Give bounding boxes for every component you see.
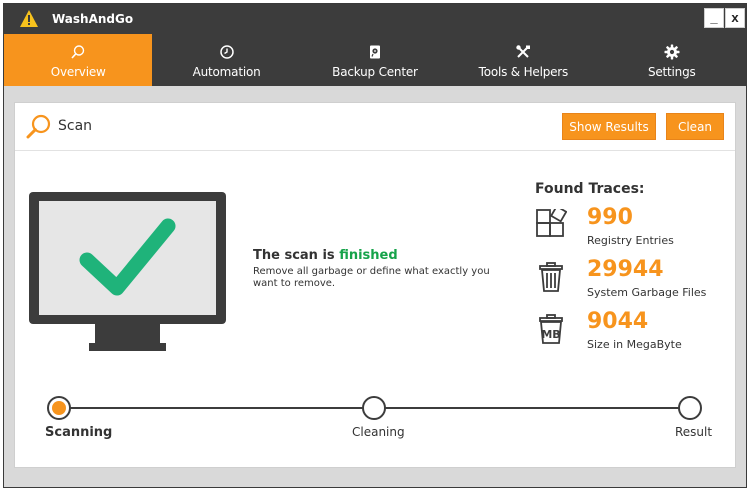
trash-icon bbox=[539, 262, 563, 292]
search-icon bbox=[26, 114, 51, 139]
registry-icon bbox=[536, 209, 567, 237]
search-icon bbox=[71, 45, 85, 59]
garbage-files-count: 29944 bbox=[587, 257, 664, 282]
tab-settings-label: Settings bbox=[647, 65, 696, 79]
step-result-label: Result bbox=[675, 425, 713, 439]
tab-tools-helpers[interactable]: Tools & Helpers bbox=[449, 34, 597, 86]
mb-trash-icon: MB bbox=[539, 314, 563, 344]
step-cleaning-label: Cleaning bbox=[352, 425, 405, 439]
trace-item: MB 9044 Size in MegaByte bbox=[535, 309, 730, 355]
clock-icon bbox=[219, 45, 234, 59]
tab-overview[interactable]: Overview bbox=[4, 34, 153, 86]
app-window: WashAndGo _ x Overview Automation Backup… bbox=[3, 3, 747, 488]
step-result-node bbox=[678, 396, 702, 420]
close-button[interactable]: x bbox=[725, 8, 745, 28]
step-scanning-label: Scanning bbox=[45, 425, 113, 440]
tab-automation-label: Automation bbox=[192, 65, 261, 79]
tab-settings[interactable]: Settings bbox=[598, 34, 746, 86]
found-traces: Found Traces: 990 Registry Entries 29944… bbox=[535, 181, 730, 351]
headline-highlight: finished bbox=[339, 248, 398, 263]
registry-entries-count: 990 bbox=[587, 205, 633, 230]
gear-icon bbox=[664, 44, 680, 60]
scan-progress-stepper: Scanning Cleaning Result bbox=[45, 395, 713, 455]
scan-status-headline: The scan is finished bbox=[253, 248, 513, 263]
tab-automation[interactable]: Automation bbox=[152, 34, 300, 86]
scan-status-message: The scan is finished Remove all garbage … bbox=[253, 248, 513, 290]
size-megabyte-count: 9044 bbox=[587, 309, 649, 334]
monitor-checkmark-illustration bbox=[29, 192, 226, 351]
show-results-button[interactable]: Show Results bbox=[562, 113, 656, 140]
trace-item: 990 Registry Entries bbox=[535, 205, 730, 251]
step-scanning-node bbox=[47, 396, 71, 420]
tab-tools-helpers-label: Tools & Helpers bbox=[478, 65, 569, 79]
main-nav: Overview Automation Backup Center Tools … bbox=[4, 34, 746, 86]
garbage-files-label: System Garbage Files bbox=[587, 286, 707, 299]
svg-text:MB: MB bbox=[541, 328, 560, 341]
registry-entries-label: Registry Entries bbox=[587, 234, 674, 247]
scan-header: Scan Show Results Clean bbox=[15, 103, 735, 151]
scan-title: Scan bbox=[58, 118, 93, 134]
minimize-button[interactable]: _ bbox=[704, 8, 724, 28]
clean-button[interactable]: Clean bbox=[666, 113, 724, 140]
tab-overview-label: Overview bbox=[50, 65, 106, 79]
tab-backup-center[interactable]: Backup Center bbox=[301, 34, 449, 86]
backup-icon bbox=[369, 45, 380, 59]
tools-icon bbox=[516, 45, 531, 58]
app-logo-icon bbox=[20, 10, 38, 27]
tab-backup-center-label: Backup Center bbox=[332, 65, 418, 79]
scan-panel: Scan Show Results Clean The scan is fini… bbox=[14, 102, 736, 468]
headline-prefix: The scan is bbox=[253, 248, 340, 263]
size-megabyte-label: Size in MegaByte bbox=[587, 338, 682, 351]
trace-item: 29944 System Garbage Files bbox=[535, 257, 730, 303]
content-area: Scan Show Results Clean The scan is fini… bbox=[4, 86, 746, 487]
app-title: WashAndGo bbox=[52, 12, 134, 26]
scan-status-subtext: Remove all garbage or define what exactl… bbox=[253, 266, 490, 289]
found-traces-title: Found Traces: bbox=[535, 181, 645, 197]
step-cleaning-node bbox=[362, 396, 386, 420]
title-bar: WashAndGo _ x bbox=[4, 4, 746, 34]
